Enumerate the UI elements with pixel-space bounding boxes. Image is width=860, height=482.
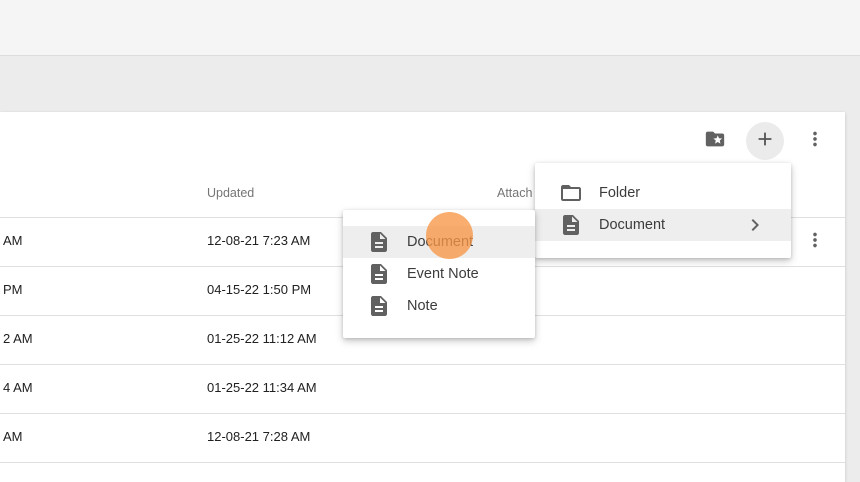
submenu-item-label: Note xyxy=(407,298,438,314)
menu-item-document[interactable]: Document xyxy=(535,209,791,241)
document-icon xyxy=(559,213,583,237)
created-cell: AM xyxy=(3,233,23,248)
updated-cell: 12-08-21 7:23 AM xyxy=(207,233,311,248)
chevron-right-icon xyxy=(743,213,767,237)
submenu-item-document[interactable]: Document xyxy=(343,226,535,258)
folder-outline-icon xyxy=(559,181,583,205)
card-toolbar xyxy=(0,112,845,170)
created-cell: 2 AM xyxy=(3,331,33,346)
more-options-button[interactable] xyxy=(796,122,834,160)
folder-star-icon xyxy=(704,128,726,155)
document-icon xyxy=(367,230,391,254)
plus-icon xyxy=(754,128,776,155)
menu-item-label: Document xyxy=(599,217,666,233)
table-row[interactable]: 4 AM 01-25-22 11:34 AM xyxy=(0,364,845,414)
table-row[interactable]: AM 12-08-21 7:28 AM xyxy=(0,413,845,463)
submenu-item-event-note[interactable]: Event Note xyxy=(343,258,535,290)
row-more-button[interactable] xyxy=(796,223,834,261)
folder-star-button[interactable] xyxy=(696,122,734,160)
created-cell: AM xyxy=(3,429,23,444)
column-header-updated[interactable]: Updated xyxy=(207,186,254,200)
updated-cell: 04-15-22 1:50 PM xyxy=(207,282,312,297)
submenu-item-label: Event Note xyxy=(407,266,479,282)
document-submenu: Document Event Note Note xyxy=(343,210,535,338)
column-header-attachments[interactable]: Attach xyxy=(497,186,532,200)
created-cell: 4 AM xyxy=(3,380,33,395)
app-top-bar xyxy=(0,0,860,56)
menu-item-label: Folder xyxy=(599,185,641,201)
more-vertical-icon xyxy=(804,128,826,155)
submenu-item-note[interactable]: Note xyxy=(343,290,535,322)
add-menu: Folder Document xyxy=(535,163,791,258)
updated-cell: 01-25-22 11:12 AM xyxy=(207,331,317,346)
updated-cell: 12-08-21 7:28 AM xyxy=(207,429,311,444)
updated-cell: 01-25-22 11:34 AM xyxy=(207,380,317,395)
document-icon xyxy=(367,294,391,318)
created-cell: PM xyxy=(3,282,23,297)
add-button[interactable] xyxy=(746,122,784,160)
document-icon xyxy=(367,262,391,286)
more-vertical-icon xyxy=(804,229,826,256)
menu-item-folder[interactable]: Folder xyxy=(535,177,791,209)
submenu-item-label: Document xyxy=(407,234,474,250)
